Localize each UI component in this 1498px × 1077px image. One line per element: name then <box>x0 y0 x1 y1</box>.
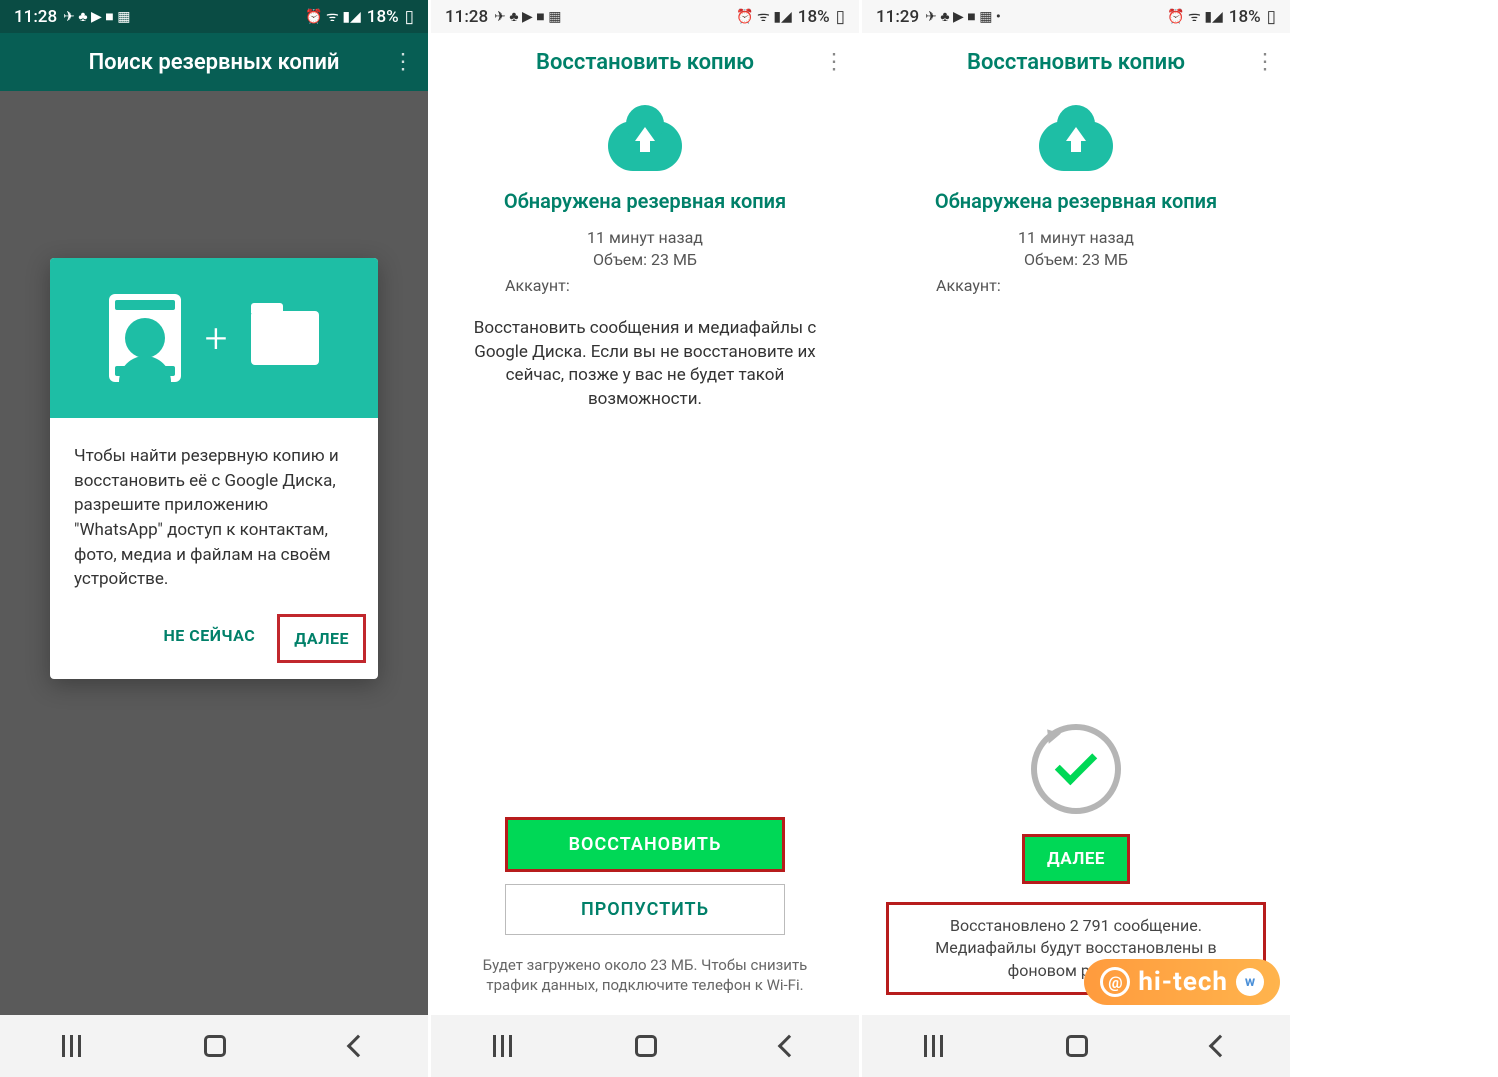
page-title: Восстановить копию <box>967 50 1185 75</box>
status-notification-icons: ✈ ♣ ▶ ■ ▦ • <box>925 8 1001 25</box>
status-battery: 18% <box>367 7 399 27</box>
overflow-menu-icon[interactable]: ⋮ <box>1254 50 1276 75</box>
at-icon: @ <box>1100 967 1130 997</box>
screen-restore-complete: 11:29 ✈ ♣ ▶ ■ ▦ • ⏰ ᯤ ▮◢ 18% ▯ Восстанов… <box>862 0 1290 1077</box>
nav-back-button[interactable] <box>1209 1035 1232 1058</box>
restore-description: Восстановить сообщения и медиафайлы с Go… <box>451 317 839 412</box>
status-system-icons: ⏰ ᯤ ▮◢ <box>1167 7 1223 26</box>
nav-recent-button[interactable] <box>62 1035 81 1057</box>
status-battery: 18% <box>798 7 830 27</box>
nav-home-button[interactable] <box>204 1035 226 1057</box>
app-bar: Восстановить копию ⋮ <box>862 33 1290 91</box>
backup-account: Аккаунт: <box>451 276 570 295</box>
app-bar: Поиск резервных копий ⋮ <box>0 33 428 91</box>
watermark-text: hi-tech <box>1138 967 1228 997</box>
status-bar: 11:28 ✈ ♣ ▶ ■ ▦ ⏰ ᯤ ▮◢ 18% ▯ <box>0 0 428 33</box>
screen-backup-search: 11:28 ✈ ♣ ▶ ■ ▦ ⏰ ᯤ ▮◢ 18% ▯ Поиск резер… <box>0 0 428 1077</box>
android-nav-bar <box>862 1015 1290 1077</box>
watermark-badge: @ hi-tech w <box>1084 959 1280 1005</box>
checkmark-icon <box>1055 743 1097 785</box>
backup-account: Аккаунт: <box>882 276 1001 295</box>
status-notification-icons: ✈ ♣ ▶ ■ ▦ <box>494 8 561 25</box>
vk-icon: w <box>1236 968 1264 996</box>
backup-found-title: Обнаружена резервная копия <box>935 189 1217 213</box>
bottom-actions: ДАЛЕЕ Восстановлено 2 791 сообщение. Мед… <box>862 724 1290 995</box>
screen-restore-prompt: 11:28 ✈ ♣ ▶ ■ ▦ ⏰ ᯤ ▮◢ 18% ▯ Восстановит… <box>431 0 859 1077</box>
android-nav-bar <box>0 1015 428 1077</box>
next-button[interactable]: ДАЛЕЕ <box>277 614 366 663</box>
bottom-actions: ВОССТАНОВИТЬ ПРОПУСТИТЬ Будет загружено … <box>431 817 859 996</box>
dialog-message: Чтобы найти резервную копию и восстанови… <box>74 444 354 592</box>
nav-home-button[interactable] <box>1066 1035 1088 1057</box>
next-button[interactable]: ДАЛЕЕ <box>1022 834 1130 884</box>
cloud-upload-icon <box>608 121 682 171</box>
status-time: 11:28 <box>445 7 488 27</box>
status-system-icons: ⏰ ᯤ ▮◢ <box>736 7 792 26</box>
backup-size: Объем: 23 МБ <box>593 249 697 271</box>
battery-icon: ▯ <box>405 7 414 27</box>
page-title: Поиск резервных копий <box>89 50 340 75</box>
nav-recent-button[interactable] <box>493 1035 512 1057</box>
permission-dialog: + Чтобы найти резервную копию и восстано… <box>50 258 378 679</box>
overflow-menu-icon[interactable]: ⋮ <box>392 50 414 75</box>
backup-found-title: Обнаружена резервная копия <box>504 189 786 213</box>
dialog-illustration: + <box>50 258 378 418</box>
nav-back-button[interactable] <box>778 1035 801 1058</box>
contacts-icon <box>109 294 181 382</box>
status-system-icons: ⏰ ᯤ ▮◢ <box>305 7 361 26</box>
status-battery: 18% <box>1229 7 1261 27</box>
backup-time: 11 минут назад <box>1018 227 1134 249</box>
battery-icon: ▯ <box>836 7 845 27</box>
person-icon <box>125 318 165 358</box>
cloud-upload-icon <box>1039 121 1113 171</box>
nav-back-button[interactable] <box>347 1035 370 1058</box>
restore-button[interactable]: ВОССТАНОВИТЬ <box>505 817 785 872</box>
skip-button[interactable]: ПРОПУСТИТЬ <box>505 884 785 935</box>
nav-recent-button[interactable] <box>924 1035 943 1057</box>
app-bar: Восстановить копию ⋮ <box>431 33 859 91</box>
not-now-button[interactable]: НЕ СЕЙЧАС <box>149 614 269 663</box>
status-notification-icons: ✈ ♣ ▶ ■ ▦ <box>63 8 130 25</box>
folder-icon <box>251 311 319 365</box>
status-time: 11:28 <box>14 7 57 27</box>
success-icon <box>1031 724 1121 814</box>
backup-size: Объем: 23 МБ <box>1024 249 1128 271</box>
backup-time: 11 минут назад <box>587 227 703 249</box>
upload-arrow-icon <box>1066 127 1086 141</box>
data-usage-note: Будет загружено около 23 МБ. Чтобы снизи… <box>471 955 819 996</box>
page-title: Восстановить копию <box>536 50 754 75</box>
overflow-menu-icon[interactable]: ⋮ <box>823 50 845 75</box>
upload-arrow-icon <box>635 127 655 141</box>
nav-home-button[interactable] <box>635 1035 657 1057</box>
plus-icon: + <box>205 315 228 362</box>
status-bar: 11:29 ✈ ♣ ▶ ■ ▦ • ⏰ ᯤ ▮◢ 18% ▯ <box>862 0 1290 33</box>
android-nav-bar <box>431 1015 859 1077</box>
status-time: 11:29 <box>876 7 919 27</box>
status-bar: 11:28 ✈ ♣ ▶ ■ ▦ ⏰ ᯤ ▮◢ 18% ▯ <box>431 0 859 33</box>
battery-icon: ▯ <box>1267 7 1276 27</box>
